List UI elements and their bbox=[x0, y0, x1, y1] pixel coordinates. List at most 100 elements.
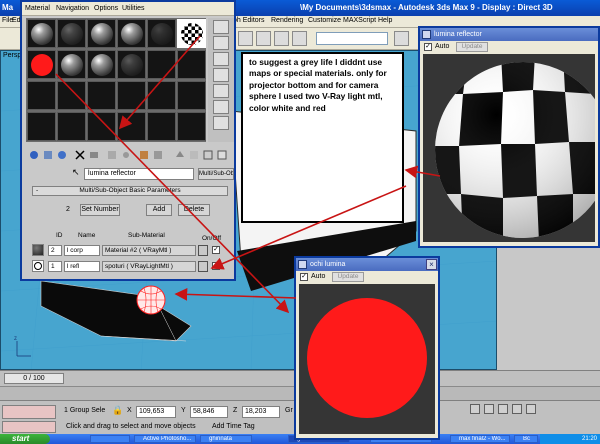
make-preview-icon[interactable] bbox=[213, 100, 229, 114]
update-button[interactable]: Update bbox=[456, 42, 488, 52]
submaterial-enabled-checkbox[interactable]: ✓ bbox=[212, 246, 220, 254]
sample-slot[interactable] bbox=[117, 81, 146, 110]
sample-slot[interactable] bbox=[147, 112, 176, 141]
sample-slot[interactable] bbox=[87, 112, 116, 141]
x-coordinate-field[interactable]: 109,653 bbox=[136, 406, 176, 418]
menu-material[interactable]: Material bbox=[25, 5, 50, 12]
submaterial-button[interactable]: Material #2 ( VRayMtl ) bbox=[102, 245, 196, 256]
undo-icon[interactable] bbox=[238, 31, 253, 46]
delete-button[interactable]: Delete bbox=[178, 204, 210, 216]
start-button[interactable]: start bbox=[0, 434, 50, 444]
sample-slot[interactable] bbox=[87, 81, 116, 110]
sample-slot[interactable] bbox=[87, 50, 116, 79]
material-effects-icon[interactable] bbox=[120, 149, 132, 161]
add-time-tag[interactable]: Add Time Tag bbox=[212, 423, 255, 430]
uv-tiling-icon[interactable] bbox=[213, 68, 229, 82]
submaterial-color[interactable] bbox=[198, 245, 208, 256]
sample-slot-selected[interactable] bbox=[177, 19, 206, 48]
lock-selection-icon[interactable]: 🔒 bbox=[112, 405, 123, 416]
video-color-check-icon[interactable] bbox=[213, 84, 229, 98]
unlink-icon[interactable] bbox=[274, 31, 289, 46]
show-end-result-icon[interactable] bbox=[152, 149, 164, 161]
submaterial-enabled-checkbox[interactable]: ✓ bbox=[212, 262, 220, 270]
eyedropper-icon[interactable]: ↖ bbox=[72, 167, 80, 178]
taskbar-item[interactable] bbox=[90, 435, 130, 443]
menu-rendering[interactable]: Rendering bbox=[271, 17, 303, 24]
options-icon[interactable] bbox=[213, 116, 229, 130]
lumina-title-bar[interactable]: ochi lumina × bbox=[296, 258, 438, 271]
reflector-title-bar[interactable]: lumina reflector bbox=[420, 28, 598, 41]
sample-slot[interactable] bbox=[147, 81, 176, 110]
submaterial-button[interactable]: spoturi ( VRayLightMtl ) bbox=[102, 261, 196, 272]
sample-slot[interactable] bbox=[27, 50, 56, 79]
taskbar-item[interactable]: max final2 - Wo... bbox=[450, 435, 510, 443]
play-icon[interactable] bbox=[498, 404, 508, 414]
submaterial-id[interactable]: 2 bbox=[48, 245, 62, 256]
sample-slot[interactable] bbox=[27, 112, 56, 141]
submaterial-color[interactable] bbox=[198, 261, 208, 272]
prev-frame-icon[interactable] bbox=[484, 404, 494, 414]
mirror-icon[interactable] bbox=[394, 31, 409, 46]
sample-slot[interactable] bbox=[57, 112, 86, 141]
sample-slot[interactable] bbox=[177, 112, 206, 141]
z-coordinate-field[interactable]: 18,203 bbox=[242, 406, 280, 418]
background-icon[interactable] bbox=[213, 52, 229, 66]
sample-slot[interactable] bbox=[87, 19, 116, 48]
time-slider-thumb[interactable]: 0 / 100 bbox=[4, 373, 64, 384]
sample-slot[interactable] bbox=[117, 112, 146, 141]
sample-slot[interactable] bbox=[57, 81, 86, 110]
rollout-header[interactable]: - Multi/Sub-Object Basic Parameters bbox=[32, 186, 228, 196]
sample-slot[interactable] bbox=[177, 50, 206, 79]
material-navigator-icon[interactable] bbox=[216, 149, 228, 161]
reset-map-icon[interactable] bbox=[74, 149, 86, 161]
put-to-library-icon[interactable] bbox=[106, 149, 118, 161]
taskbar-item[interactable]: Bc bbox=[514, 435, 538, 443]
assign-to-selection-icon[interactable] bbox=[56, 149, 68, 161]
taskbar-item[interactable]: ghirinata bbox=[200, 435, 252, 443]
sample-slot[interactable] bbox=[117, 19, 146, 48]
submaterial-swatch[interactable] bbox=[32, 244, 44, 256]
col-id[interactable]: ID bbox=[56, 232, 63, 239]
menu-maxscript[interactable]: MAXScript bbox=[343, 17, 376, 24]
maxscript-listener-mini-2[interactable] bbox=[2, 421, 56, 433]
menu-options[interactable]: Options bbox=[94, 5, 118, 12]
y-coordinate-field[interactable]: 58,846 bbox=[190, 406, 228, 418]
sample-slot[interactable] bbox=[27, 19, 56, 48]
submaterial-name[interactable]: l refl bbox=[64, 261, 100, 272]
set-number-button[interactable]: Set Number bbox=[80, 204, 120, 216]
goto-end-icon[interactable] bbox=[526, 404, 536, 414]
go-to-parent-icon[interactable] bbox=[174, 149, 186, 161]
material-type-button[interactable]: Multi/Sub-Object bbox=[198, 168, 234, 180]
backlight-icon[interactable] bbox=[213, 36, 229, 50]
col-name[interactable]: Name bbox=[78, 232, 95, 239]
bind-icon[interactable] bbox=[292, 31, 307, 46]
sample-type-icon[interactable] bbox=[213, 20, 229, 34]
sample-slot[interactable] bbox=[117, 50, 146, 79]
menu-utilities[interactable]: Utilities bbox=[122, 5, 145, 12]
put-to-scene-icon[interactable] bbox=[42, 149, 54, 161]
make-unique-icon[interactable] bbox=[88, 149, 100, 161]
menu-graph-editors[interactable]: ph Editors bbox=[233, 17, 265, 24]
col-submaterial[interactable]: Sub-Material bbox=[128, 232, 165, 239]
material-name-input[interactable]: lumina reflector bbox=[84, 168, 194, 180]
submaterial-swatch[interactable] bbox=[32, 260, 44, 272]
select-link-icon[interactable] bbox=[256, 31, 271, 46]
menu-customize[interactable]: Customize bbox=[308, 17, 341, 24]
maxscript-listener-mini[interactable] bbox=[2, 405, 56, 419]
menu-navigation[interactable]: Navigation bbox=[56, 5, 89, 12]
sample-slot[interactable] bbox=[147, 19, 176, 48]
next-frame-icon[interactable] bbox=[512, 404, 522, 414]
selection-set-dropdown[interactable] bbox=[316, 32, 388, 45]
show-map-icon[interactable] bbox=[138, 149, 150, 161]
auto-checkbox[interactable]: ✓ bbox=[300, 273, 308, 281]
update-button[interactable]: Update bbox=[332, 272, 364, 282]
rollout-collapse-icon[interactable]: - bbox=[36, 187, 38, 195]
submaterial-id[interactable]: 1 bbox=[48, 261, 62, 272]
go-forward-icon[interactable] bbox=[188, 149, 200, 161]
sample-slot[interactable] bbox=[27, 81, 56, 110]
menu-help[interactable]: Help bbox=[378, 17, 392, 24]
close-icon[interactable]: × bbox=[426, 259, 437, 270]
submaterial-name[interactable]: l corp bbox=[64, 245, 100, 256]
get-material-icon[interactable] bbox=[28, 149, 40, 161]
taskbar-item[interactable]: Active Photosho... bbox=[134, 435, 196, 443]
